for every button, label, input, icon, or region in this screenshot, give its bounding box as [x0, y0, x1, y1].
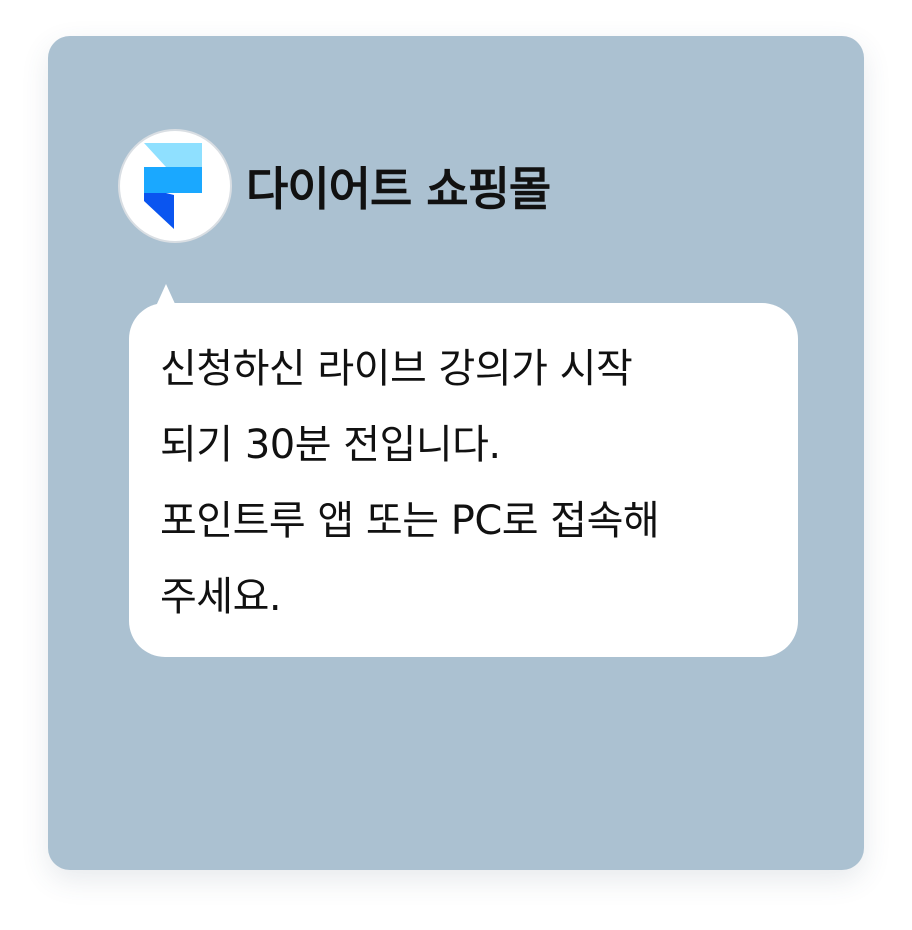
message-line-3: 포인트루 앱 또는 PC로 접속해	[160, 498, 660, 544]
message-line-4: 주세요.	[160, 574, 282, 620]
framer-logo-icon	[144, 143, 202, 229]
message-bubble[interactable]: 신청하신 라이브 강의가 시작 되기 30분 전입니다. 포인트루 앱 또는 P…	[129, 303, 798, 657]
notification-card: 다이어트 쇼핑몰 신청하신 라이브 강의가 시작 되기 30분 전입니다. 포인…	[48, 36, 864, 870]
message-line-2: 되기 30분 전입니다.	[160, 422, 501, 468]
message-header: 다이어트 쇼핑몰	[118, 124, 551, 248]
sender-name: 다이어트 쇼핑몰	[246, 162, 551, 216]
message-line-1: 신청하신 라이브 강의가 시작	[160, 346, 633, 392]
avatar[interactable]	[118, 129, 232, 243]
